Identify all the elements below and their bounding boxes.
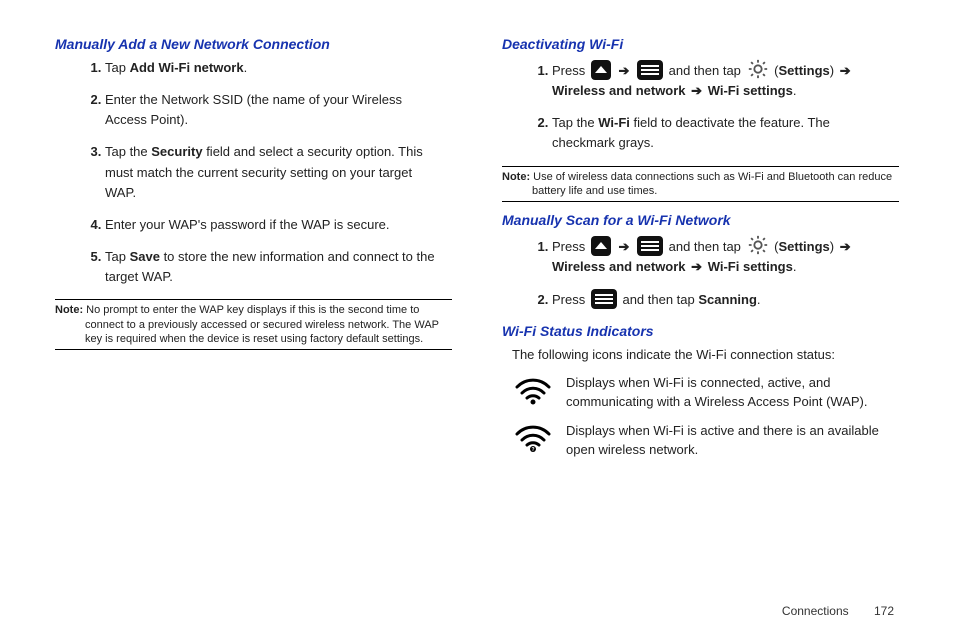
text: Tap the bbox=[552, 115, 598, 130]
note-wap-key: Note: No prompt to enter the WAP key dis… bbox=[55, 299, 452, 350]
step-2: Press and then tap Scanning. bbox=[552, 289, 899, 310]
gear-icon bbox=[747, 58, 769, 80]
text: and then tap bbox=[669, 63, 745, 78]
manual-add-steps: Tap Add Wi-Fi network. Enter the Network… bbox=[55, 58, 452, 287]
step-2: Tap the Wi-Fi field to deactivate the fe… bbox=[552, 113, 899, 153]
home-icon bbox=[591, 236, 611, 256]
heading-status-indicators: Wi-Fi Status Indicators bbox=[502, 323, 899, 339]
deactivating-steps: Press ➔ and then tap (Settings) ➔ Wirele… bbox=[502, 58, 899, 154]
status-text: Displays when Wi-Fi is active and there … bbox=[566, 422, 899, 460]
gear-icon bbox=[747, 234, 769, 256]
bold-text: Wi-Fi settings bbox=[708, 259, 793, 274]
manual-scan-steps: Press ➔ and then tap (Settings) ➔ Wirele… bbox=[502, 234, 899, 310]
menu-icon bbox=[637, 236, 663, 256]
step-4: Enter your WAP's password if the WAP is … bbox=[105, 215, 452, 235]
text: ) bbox=[830, 239, 838, 254]
svg-text:?: ? bbox=[531, 447, 534, 453]
note-label: Note: bbox=[55, 304, 83, 316]
text: . bbox=[244, 60, 248, 75]
text: ) bbox=[830, 63, 838, 78]
text: and then tap bbox=[622, 292, 698, 307]
bold-text: Settings bbox=[779, 239, 830, 254]
home-icon bbox=[591, 60, 611, 80]
heading-manual-scan: Manually Scan for a Wi-Fi Network bbox=[502, 212, 899, 228]
arrow-icon: ➔ bbox=[840, 61, 851, 81]
menu-icon bbox=[591, 289, 617, 309]
bold-text: Security bbox=[151, 144, 202, 159]
step-1: Press ➔ and then tap (Settings) ➔ Wirele… bbox=[552, 234, 899, 277]
text: Press bbox=[552, 63, 589, 78]
note-body: Use of wireless data connections such as… bbox=[530, 171, 892, 197]
text: Tap bbox=[105, 249, 130, 264]
step-3: Tap the Security field and select a secu… bbox=[105, 142, 452, 202]
heading-manual-add: Manually Add a New Network Connection bbox=[55, 36, 452, 52]
note-body: No prompt to enter the WAP key displays … bbox=[83, 304, 439, 345]
text: Press bbox=[552, 292, 589, 307]
bold-text: Wireless and network bbox=[552, 83, 686, 98]
text: Tap bbox=[105, 60, 130, 75]
text: Tap the bbox=[105, 144, 151, 159]
text: . bbox=[793, 83, 797, 98]
text: and then tap bbox=[669, 239, 745, 254]
note-battery: Note: Use of wireless data connections s… bbox=[502, 166, 899, 203]
bold-text: Settings bbox=[779, 63, 830, 78]
arrow-icon: ➔ bbox=[691, 257, 702, 277]
bold-text: Save bbox=[130, 249, 160, 264]
menu-icon bbox=[637, 60, 663, 80]
page-footer: Connections 172 bbox=[782, 604, 894, 618]
note-label: Note: bbox=[502, 171, 530, 183]
status-intro: The following icons indicate the Wi-Fi c… bbox=[512, 345, 899, 365]
status-row-connected: Displays when Wi-Fi is connected, active… bbox=[512, 374, 899, 412]
wifi-available-icon: ? bbox=[512, 422, 554, 454]
bold-text: Wi-Fi bbox=[598, 115, 630, 130]
text: Press bbox=[552, 239, 589, 254]
step-2: Enter the Network SSID (the name of your… bbox=[105, 90, 452, 130]
bold-text: Scanning bbox=[698, 292, 757, 307]
step-1: Tap Add Wi-Fi network. bbox=[105, 58, 452, 78]
status-row-available: ? Displays when Wi-Fi is active and ther… bbox=[512, 422, 899, 460]
right-column: Deactivating Wi-Fi Press ➔ and then tap … bbox=[502, 30, 899, 636]
text: . bbox=[793, 259, 797, 274]
status-text: Displays when Wi-Fi is connected, active… bbox=[566, 374, 899, 412]
step-5: Tap Save to store the new information an… bbox=[105, 247, 452, 287]
arrow-icon: ➔ bbox=[840, 237, 851, 257]
left-column: Manually Add a New Network Connection Ta… bbox=[55, 30, 452, 636]
footer-page-number: 172 bbox=[874, 604, 894, 618]
arrow-icon: ➔ bbox=[691, 81, 702, 101]
text: . bbox=[757, 292, 761, 307]
bold-text: Add Wi-Fi network bbox=[130, 60, 244, 75]
arrow-icon: ➔ bbox=[618, 237, 629, 257]
page: Manually Add a New Network Connection Ta… bbox=[0, 0, 954, 636]
wifi-connected-icon bbox=[512, 374, 554, 406]
heading-deactivating: Deactivating Wi-Fi bbox=[502, 36, 899, 52]
step-1: Press ➔ and then tap (Settings) ➔ Wirele… bbox=[552, 58, 899, 101]
bold-text: Wi-Fi settings bbox=[708, 83, 793, 98]
bold-text: Wireless and network bbox=[552, 259, 686, 274]
arrow-icon: ➔ bbox=[618, 61, 629, 81]
footer-section: Connections bbox=[782, 604, 849, 618]
